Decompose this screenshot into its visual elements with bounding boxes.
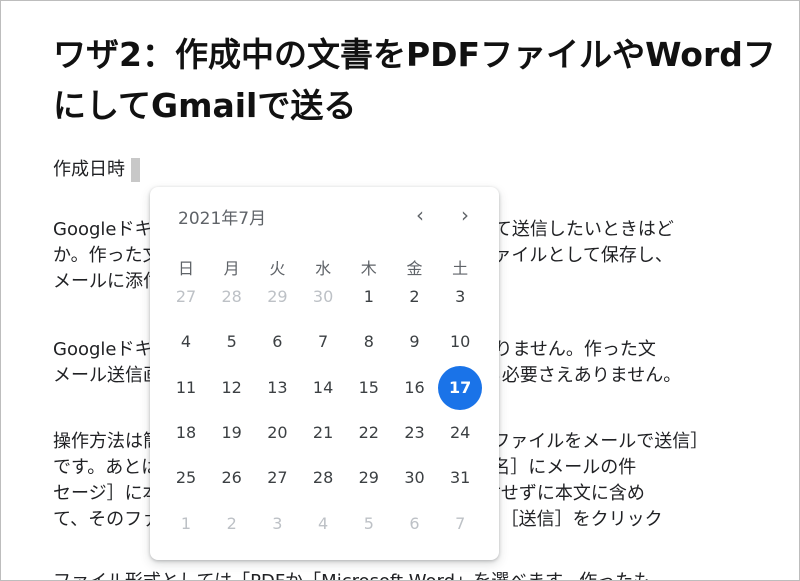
calendar-day[interactable]: 7 xyxy=(440,504,480,544)
calendar-day[interactable]: 12 xyxy=(212,368,252,408)
created-date-field[interactable]: 作成日時 xyxy=(53,157,140,183)
weekday-label: 水 xyxy=(315,259,332,278)
calendar-day[interactable]: 8 xyxy=(349,322,389,362)
selected-day[interactable]: 17 xyxy=(438,365,483,410)
calendar-day[interactable]: 28 xyxy=(212,277,252,317)
calendar-grid: 27 28 29 30 1 2 3 4 5 6 7 8 9 10 11 12 13 14 15 16 17 18 19 20 2… xyxy=(166,287,486,547)
calendar-day[interactable]: 16 xyxy=(395,368,435,408)
calendar-day[interactable]: 27 xyxy=(166,277,206,317)
calendar-day[interactable]: 18 xyxy=(166,413,206,453)
calendar-day[interactable]: 23 xyxy=(395,413,435,453)
calendar-day[interactable]: 20 xyxy=(257,413,297,453)
calendar-day[interactable]: 27 xyxy=(257,458,297,498)
calendar-day[interactable]: 7 xyxy=(303,322,343,362)
calendar-day[interactable]: 28 xyxy=(303,458,343,498)
calendar-day[interactable]: 25 xyxy=(166,458,206,498)
calendar-day[interactable]: 30 xyxy=(303,277,343,317)
calendar-day[interactable]: 3 xyxy=(257,504,297,544)
document-frame: ワザ2：作成中の文書をPDFファイルやWordフ にしてGmailで送る 作成日… xyxy=(0,0,800,581)
date-picker-popup: 2021年7月 ‹ › 日月火水木金土 27 28 29 30 1 2 3 4 5 6 7 8 9 10 1… xyxy=(150,187,499,560)
calendar-day[interactable]: 15 xyxy=(349,368,389,408)
calendar-day[interactable]: 10 xyxy=(440,322,480,362)
calendar-day[interactable]: 26 xyxy=(212,458,252,498)
weekday-label: 月 xyxy=(223,259,240,278)
calendar-day[interactable]: 13 xyxy=(257,368,297,408)
calendar-day[interactable]: 2 xyxy=(212,504,252,544)
calendar-day[interactable]: 9 xyxy=(395,322,435,362)
calendar-day[interactable]: 11 xyxy=(166,368,206,408)
calendar-day[interactable]: 14 xyxy=(303,368,343,408)
prev-month-chevron-icon[interactable]: ‹ xyxy=(406,201,434,229)
weekday-label: 木 xyxy=(360,259,377,278)
calendar-day[interactable]: 30 xyxy=(395,458,435,498)
weekday-label: 土 xyxy=(452,259,469,278)
calendar-day[interactable]: 31 xyxy=(440,458,480,498)
calendar-day[interactable]: 21 xyxy=(303,413,343,453)
page-title: ワザ2：作成中の文書をPDFファイルやWordフ にしてGmailで送る xyxy=(53,29,799,131)
calendar-day[interactable]: 29 xyxy=(257,277,297,317)
calendar-day[interactable]: 5 xyxy=(212,322,252,362)
calendar-day[interactable]: 19 xyxy=(212,413,252,453)
calendar-day[interactable]: 22 xyxy=(349,413,389,453)
title-line: ワザ2：作成中の文書をPDFファイルやWordフ xyxy=(53,35,776,74)
calendar-day[interactable]: 29 xyxy=(349,458,389,498)
calendar-day[interactable]: 4 xyxy=(303,504,343,544)
paragraph: ファイル形式としては「PDFか「Microsoft Word」を選べます。作った… xyxy=(53,569,651,580)
created-label: 作成日時 xyxy=(53,159,125,180)
calendar-day[interactable]: 2 xyxy=(395,277,435,317)
calendar-day[interactable]: 6 xyxy=(395,504,435,544)
calendar-day[interactable]: 4 xyxy=(166,322,206,362)
calendar-day[interactable]: 1 xyxy=(349,277,389,317)
calendar-day[interactable]: 6 xyxy=(257,322,297,362)
month-label: 2021年7月 xyxy=(178,209,267,229)
weekday-label: 金 xyxy=(406,259,423,278)
next-month-chevron-icon[interactable]: › xyxy=(451,201,479,229)
paragraph-line: ファイル形式としては「PDFか「Microsoft Word」を選べます。作った… xyxy=(53,569,651,580)
weekday-label: 火 xyxy=(269,259,286,278)
calendar-day[interactable]: 5 xyxy=(349,504,389,544)
calendar-day[interactable]: 1 xyxy=(166,504,206,544)
calendar-day[interactable]: 3 xyxy=(440,277,480,317)
title-line: にしてGmailで送る xyxy=(53,86,357,125)
calendar-day[interactable]: 24 xyxy=(440,413,480,453)
date-chip-cursor[interactable] xyxy=(131,158,140,182)
weekday-label: 日 xyxy=(177,259,194,278)
